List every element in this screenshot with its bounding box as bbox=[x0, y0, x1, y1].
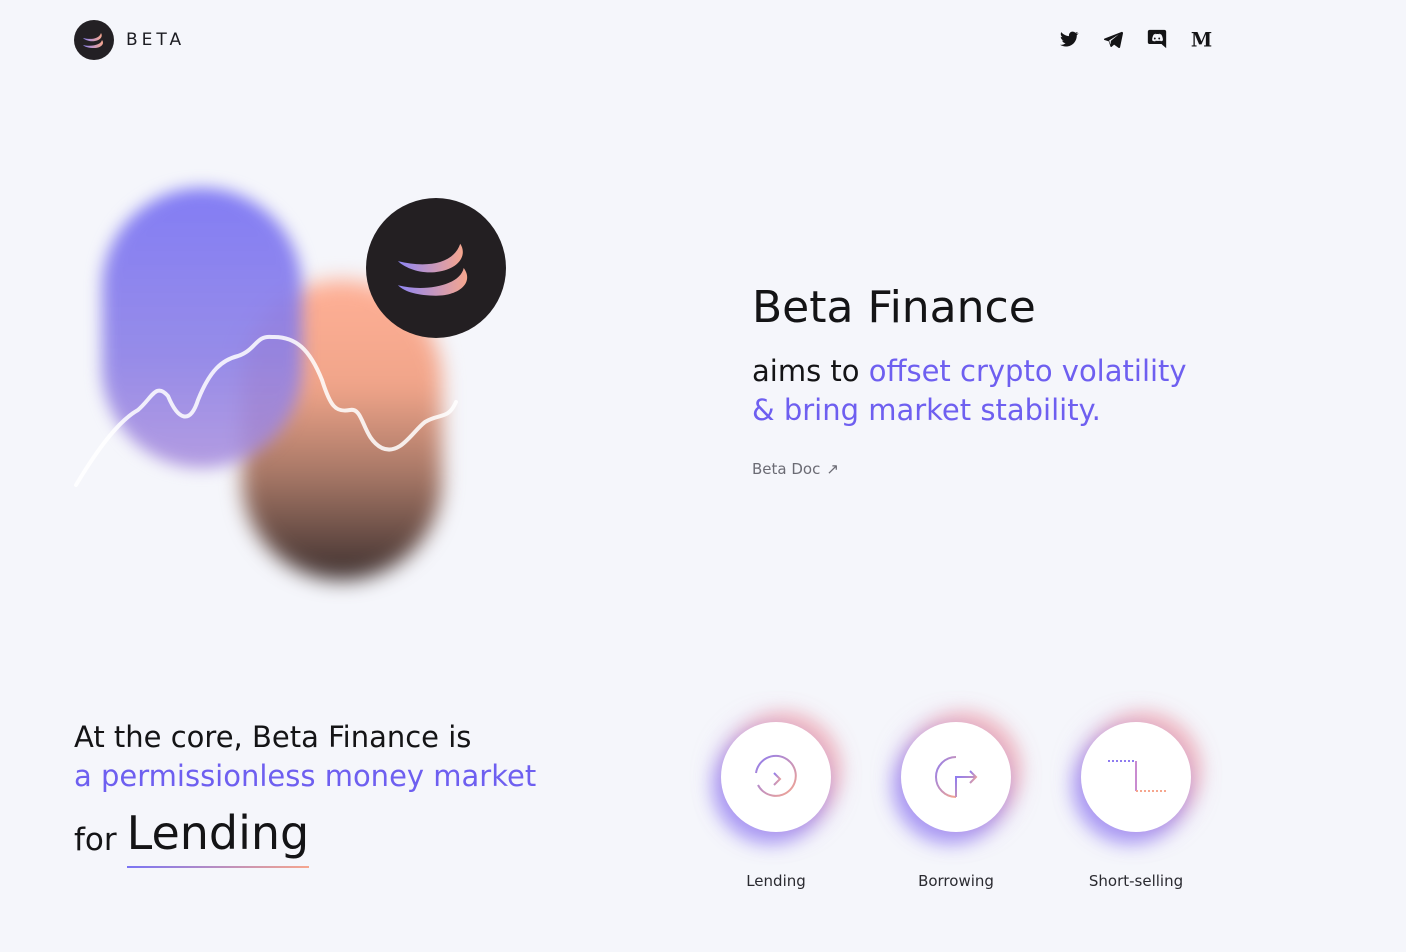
feature-lending[interactable]: Lending bbox=[721, 722, 831, 890]
core-for-label: for bbox=[74, 822, 117, 858]
twitter-link[interactable] bbox=[1058, 28, 1082, 52]
hero-title: Beta Finance bbox=[752, 282, 1036, 333]
logo-link[interactable]: BETA bbox=[74, 20, 185, 60]
external-arrow-icon: ↗ bbox=[826, 460, 839, 478]
brand-name: BETA bbox=[126, 30, 186, 50]
twitter-icon bbox=[1060, 31, 1079, 47]
short-selling-icon bbox=[1108, 760, 1166, 792]
discord-link[interactable] bbox=[1146, 28, 1170, 52]
hero-subtitle-prefix: aims to bbox=[752, 354, 869, 388]
feature-label: Borrowing bbox=[918, 872, 994, 890]
beta-badge-icon bbox=[366, 198, 506, 338]
hero-illustration bbox=[60, 170, 530, 620]
hero-subtitle-accent-2: & bring market stability. bbox=[752, 393, 1101, 427]
core-statement: At the core, Beta Finance is a permissio… bbox=[74, 718, 537, 868]
telegram-icon bbox=[1103, 31, 1124, 49]
medium-link[interactable]: M bbox=[1190, 28, 1214, 52]
beta-doc-link[interactable]: Beta Doc ↗ bbox=[752, 460, 839, 478]
short-selling-circle[interactable] bbox=[1081, 722, 1191, 832]
beta-doc-label: Beta Doc bbox=[752, 460, 821, 478]
feature-label: Short-selling bbox=[1088, 872, 1184, 890]
feature-label: Lending bbox=[746, 872, 806, 890]
core-line-2: a permissionless money market bbox=[74, 759, 537, 793]
core-line-1: At the core, Beta Finance is bbox=[74, 720, 472, 754]
beta-logo-icon bbox=[74, 20, 114, 60]
medium-icon: M bbox=[1191, 28, 1212, 50]
borrowing-circle[interactable] bbox=[901, 722, 1011, 832]
lending-circle[interactable] bbox=[721, 722, 831, 832]
feature-borrowing[interactable]: Borrowing bbox=[901, 722, 1011, 890]
hero-subtitle: aims to offset crypto volatility & bring… bbox=[752, 352, 1312, 430]
core-highlight-word: Lending bbox=[126, 806, 309, 868]
svg-text:M: M bbox=[1191, 28, 1212, 50]
telegram-link[interactable] bbox=[1102, 28, 1126, 52]
borrowing-icon bbox=[935, 756, 978, 798]
feature-short-selling[interactable]: Short-selling bbox=[1081, 722, 1191, 890]
feature-list: Lending Borrowing Short-selling bbox=[721, 722, 1261, 890]
lending-icon bbox=[752, 754, 797, 797]
social-links: M bbox=[1058, 28, 1234, 52]
core-line-3: for Lending bbox=[74, 806, 536, 868]
discord-icon bbox=[1147, 29, 1167, 49]
hero-subtitle-accent-1: offset crypto volatility bbox=[868, 354, 1187, 388]
